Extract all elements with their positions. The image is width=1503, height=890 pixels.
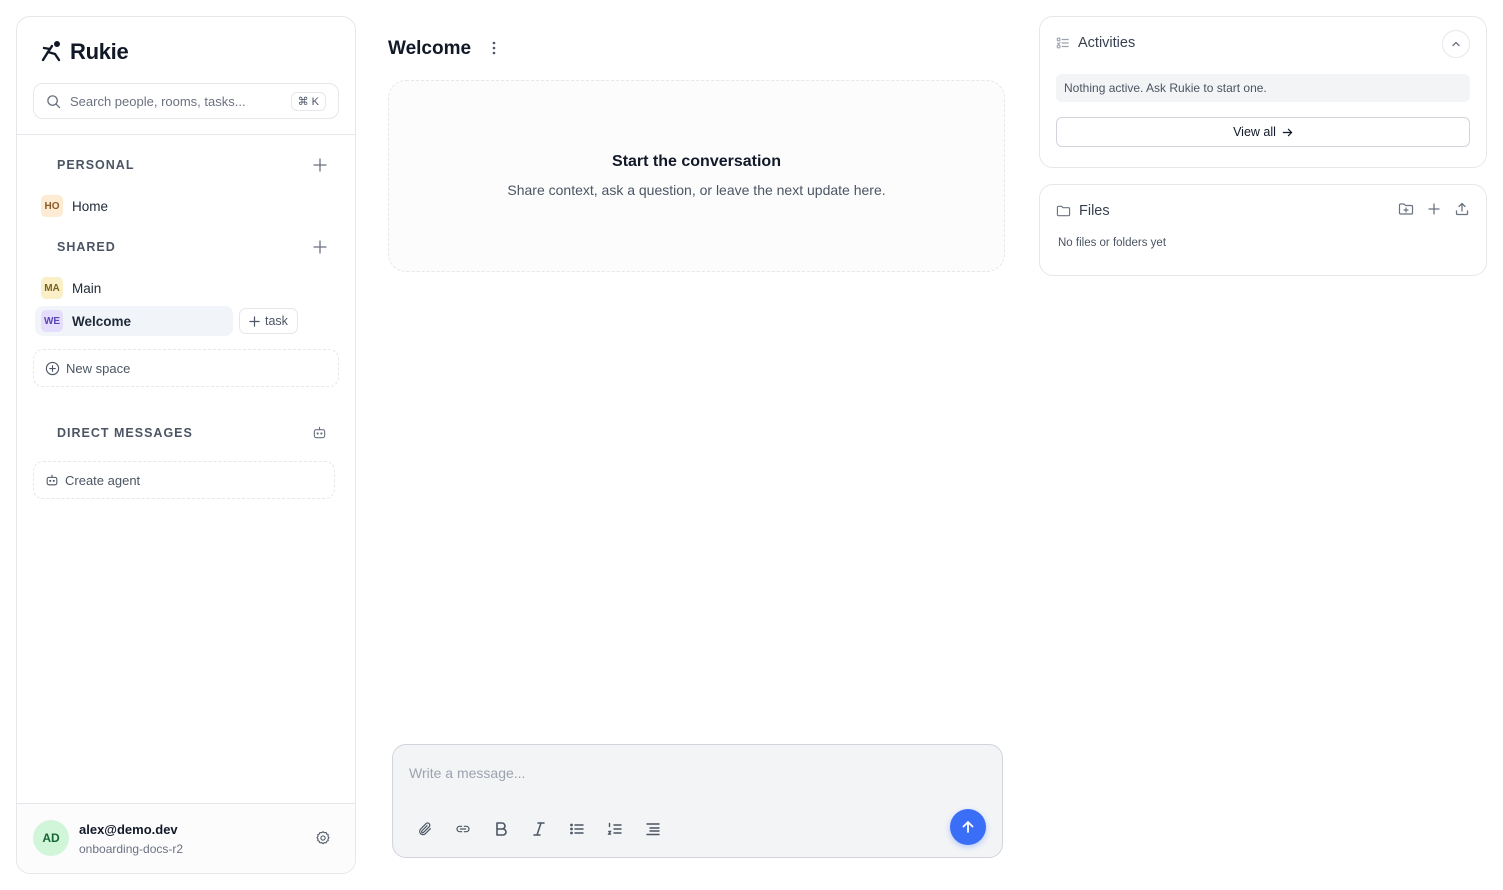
- link-icon[interactable]: [453, 819, 473, 839]
- brand-name: Rukie: [70, 39, 129, 64]
- folder-icon: [1056, 204, 1071, 218]
- avatar[interactable]: AD: [33, 820, 69, 856]
- files-empty-message: No files or folders yet: [1058, 237, 1167, 249]
- activities-header: Activities: [1056, 35, 1135, 51]
- section-direct-messages: DIRECT MESSAGES: [57, 425, 327, 440]
- new-folder-icon[interactable]: [1398, 201, 1414, 217]
- italic-icon[interactable]: [529, 819, 549, 839]
- view-all-label: View all: [1233, 125, 1276, 139]
- bot-icon: [45, 473, 59, 487]
- section-personal: PERSONAL: [57, 158, 327, 172]
- space-item-main[interactable]: MA Main: [35, 273, 235, 303]
- sidebar: Rukie Search people, rooms, tasks... ⌘ K…: [16, 16, 356, 874]
- space-badge: HO: [41, 195, 63, 217]
- space-label: Home: [72, 198, 109, 214]
- upload-icon[interactable]: [1454, 201, 1470, 217]
- space-badge: WE: [41, 310, 63, 332]
- section-shared: SHARED: [57, 240, 327, 254]
- create-agent-button[interactable]: Create agent: [33, 461, 335, 499]
- add-shared-space-button[interactable]: [313, 240, 327, 254]
- bold-icon[interactable]: [491, 819, 511, 839]
- add-file-plus-icon[interactable]: [1426, 201, 1442, 217]
- divider: [17, 134, 355, 135]
- section-personal-label: PERSONAL: [57, 158, 135, 172]
- settings-gear-icon[interactable]: [315, 830, 331, 846]
- send-button[interactable]: [950, 809, 986, 845]
- search-box[interactable]: Search people, rooms, tasks... ⌘ K: [33, 83, 339, 119]
- arrow-up-icon: [961, 820, 975, 834]
- new-space-label: New space: [66, 360, 131, 376]
- numbered-list-icon[interactable]: [605, 819, 625, 839]
- search-input[interactable]: Search people, rooms, tasks...: [70, 94, 282, 109]
- chevron-up-icon: [1451, 39, 1461, 49]
- activities-title: Activities: [1078, 35, 1136, 51]
- empty-conversation-card: Start the conversation Share context, as…: [388, 80, 1005, 272]
- activities-panel: Activities Nothing active. Ask Rukie to …: [1039, 16, 1487, 168]
- space-item-home[interactable]: HO Home: [35, 191, 235, 221]
- add-task-button[interactable]: task: [239, 308, 298, 334]
- create-agent-label: Create agent: [65, 472, 141, 488]
- formatting-toolbar: [415, 819, 663, 839]
- collapse-activities-button[interactable]: [1442, 30, 1470, 58]
- activities-list-icon: [1056, 36, 1070, 50]
- user-workspace: onboarding-docs-r2: [79, 842, 184, 856]
- files-actions: [1398, 201, 1470, 217]
- add-personal-space-button[interactable]: [313, 158, 327, 172]
- new-space-button[interactable]: New space: [33, 349, 339, 387]
- empty-title: Start the conversation: [612, 153, 781, 170]
- activities-empty-message: Nothing active. Ask Rukie to start one.: [1056, 74, 1470, 102]
- search-icon: [46, 94, 61, 109]
- message-input[interactable]: [409, 765, 909, 781]
- space-label: Main: [72, 280, 102, 296]
- section-shared-label: SHARED: [57, 240, 116, 254]
- section-dm-label: DIRECT MESSAGES: [57, 425, 193, 440]
- message-composer: [392, 744, 1003, 858]
- new-agent-bot-icon[interactable]: [312, 425, 327, 440]
- user-footer: AD alex@demo.dev onboarding-docs-r2: [17, 803, 355, 873]
- files-title: Files: [1079, 203, 1110, 219]
- bullet-list-icon[interactable]: [567, 819, 587, 839]
- space-badge: MA: [41, 277, 63, 299]
- indent-list-icon[interactable]: [643, 819, 663, 839]
- plus-circle-icon: [45, 361, 60, 376]
- files-header: Files: [1056, 203, 1110, 219]
- more-options-icon[interactable]: [488, 40, 500, 56]
- attach-paperclip-icon[interactable]: [415, 819, 435, 839]
- page-title: Welcome: [388, 38, 472, 59]
- search-shortcut: ⌘ K: [290, 91, 326, 111]
- space-label: Welcome: [72, 313, 132, 329]
- user-email: alex@demo.dev: [79, 822, 178, 837]
- add-task-label: task: [265, 314, 288, 328]
- rukie-logo-icon: [38, 39, 64, 65]
- empty-subtitle: Share context, ask a question, or leave …: [507, 182, 886, 198]
- brand[interactable]: Rukie: [38, 39, 129, 65]
- view-all-button[interactable]: View all: [1056, 117, 1470, 147]
- space-item-welcome[interactable]: WE Welcome: [35, 306, 233, 336]
- arrow-right-icon: [1282, 127, 1293, 138]
- plus-icon: [249, 315, 260, 327]
- files-panel: Files No files or folders yet: [1039, 184, 1487, 276]
